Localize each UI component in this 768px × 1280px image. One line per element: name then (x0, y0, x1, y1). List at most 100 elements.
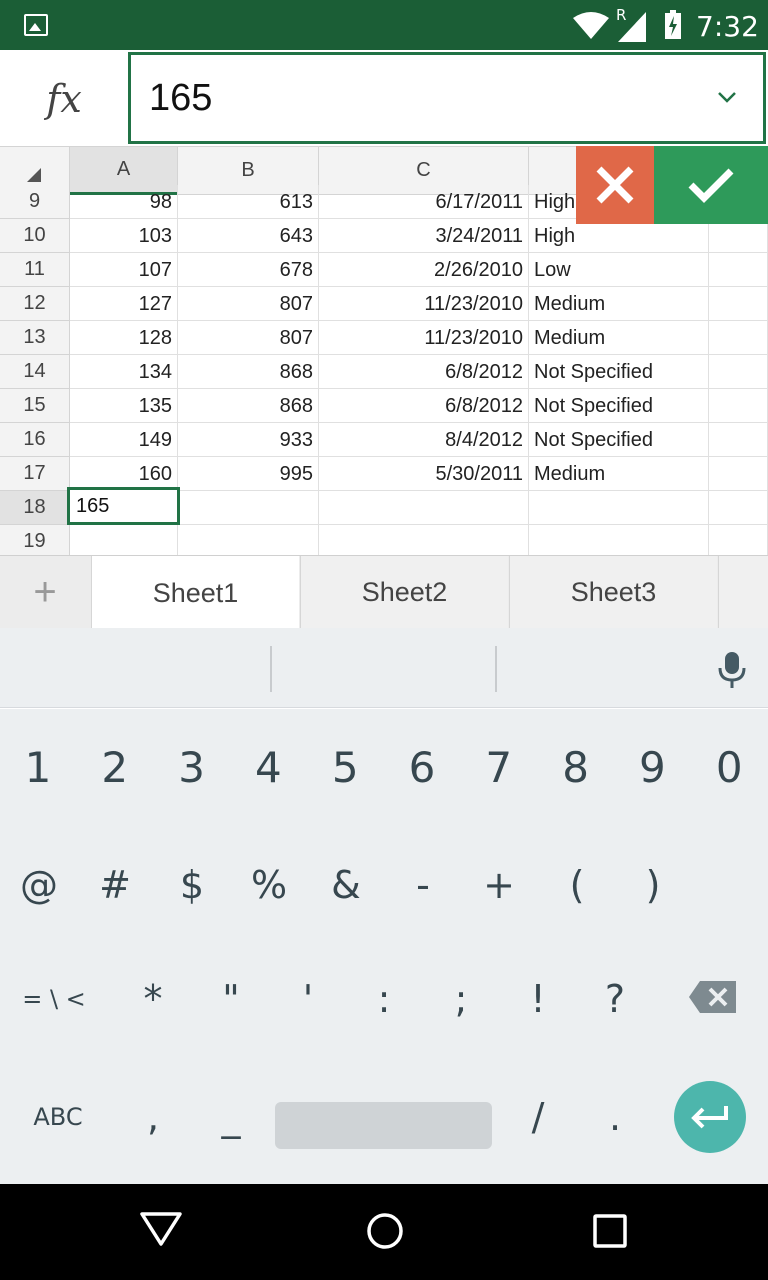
cell-c[interactable]: 6/8/2012 (319, 355, 529, 389)
key-symbol[interactable]: @ (1, 835, 77, 935)
key-symbol[interactable]: - (385, 835, 461, 935)
backspace-icon[interactable] (688, 979, 738, 1015)
row-header[interactable]: 14 (0, 355, 70, 389)
cell-c[interactable]: 11/23/2010 (319, 321, 529, 355)
key-symbol[interactable]: _ (193, 1067, 269, 1167)
cell-b[interactable] (178, 525, 319, 555)
cell-b[interactable]: 868 (178, 355, 319, 389)
cell-a[interactable]: 107 (70, 253, 178, 287)
recents-icon[interactable] (588, 1206, 634, 1252)
key-digit[interactable]: 1 (0, 717, 76, 817)
cell-e[interactable] (709, 423, 768, 457)
confirm-edit-button[interactable] (654, 146, 768, 224)
cell-d[interactable]: Medium (529, 321, 709, 355)
row-header[interactable]: 19 (0, 525, 70, 555)
row-header[interactable]: 11 (0, 253, 70, 287)
cell-a[interactable]: 98 (70, 185, 178, 219)
cell-d[interactable]: Not Specified (529, 355, 709, 389)
cell-b[interactable]: 995 (178, 457, 319, 491)
key-symbol[interactable]: : (346, 949, 422, 1049)
cell-c[interactable]: 5/30/2011 (319, 457, 529, 491)
tab-overflow[interactable] (718, 556, 768, 628)
cell-a[interactable]: 149 (70, 423, 178, 457)
cell-c[interactable]: 6/8/2012 (319, 389, 529, 423)
cell-a[interactable]: 127 (70, 287, 178, 321)
key-digit[interactable]: 7 (461, 717, 537, 817)
cell-c[interactable]: 3/24/2011 (319, 219, 529, 253)
cell-d[interactable] (529, 525, 709, 555)
cell-a[interactable] (70, 525, 178, 555)
cell-b[interactable] (178, 491, 319, 525)
cell-b[interactable]: 807 (178, 287, 319, 321)
cell-d[interactable]: High (529, 219, 709, 253)
key-digit[interactable]: 0 (691, 717, 767, 817)
key-digit[interactable]: 9 (614, 717, 690, 817)
enter-key[interactable] (674, 1081, 746, 1153)
cell-e[interactable] (709, 321, 768, 355)
key-digit[interactable]: 4 (230, 717, 306, 817)
cell-e[interactable] (709, 457, 768, 491)
row-header[interactable]: 16 (0, 423, 70, 457)
key-symbol[interactable]: ( (539, 835, 615, 935)
cell-e[interactable] (709, 525, 768, 555)
cell-a[interactable]: 134 (70, 355, 178, 389)
row-header[interactable]: 13 (0, 321, 70, 355)
more-symbols-key[interactable]: = \ < (16, 949, 92, 1049)
tab-sheet1[interactable]: Sheet1 (91, 556, 299, 630)
cell-a[interactable]: 135 (70, 389, 178, 423)
cell-e[interactable] (709, 219, 768, 253)
cancel-edit-button[interactable] (576, 146, 654, 224)
cell-d[interactable] (529, 491, 709, 525)
cell-c[interactable] (319, 525, 529, 555)
key-symbol[interactable]: # (77, 835, 153, 935)
key-symbol[interactable]: " (193, 949, 269, 1049)
cell-e[interactable] (709, 491, 768, 525)
row-header[interactable]: 17 (0, 457, 70, 491)
key-symbol[interactable]: + (461, 835, 537, 935)
insert-function-button[interactable]: fx (0, 50, 128, 147)
cell-d[interactable]: Low (529, 253, 709, 287)
cell-c[interactable]: 11/23/2010 (319, 287, 529, 321)
key-symbol[interactable]: , (115, 1067, 191, 1167)
home-icon[interactable] (362, 1206, 408, 1252)
cell-d[interactable]: Not Specified (529, 389, 709, 423)
key-symbol[interactable]: ) (615, 835, 691, 935)
cell-d[interactable]: Medium (529, 287, 709, 321)
key-digit[interactable]: 8 (538, 717, 614, 817)
cell-b[interactable]: 868 (178, 389, 319, 423)
cell-b[interactable]: 933 (178, 423, 319, 457)
key-digit[interactable]: 5 (307, 717, 383, 817)
tab-sheet3[interactable]: Sheet3 (509, 556, 717, 628)
key-symbol[interactable]: & (308, 835, 384, 935)
key-symbol[interactable]: * (115, 949, 191, 1049)
cell-b[interactable]: 613 (178, 185, 319, 219)
cell-a[interactable]: 103 (70, 219, 178, 253)
cell-b[interactable]: 807 (178, 321, 319, 355)
cell-c[interactable]: 2/26/2010 (319, 253, 529, 287)
key-symbol[interactable]: . (577, 1067, 653, 1167)
cell-d[interactable]: Medium (529, 457, 709, 491)
key-digit[interactable]: 2 (77, 717, 153, 817)
cell-e[interactable] (709, 355, 768, 389)
cell-a[interactable]: 128 (70, 321, 178, 355)
cell-c[interactable] (319, 491, 529, 525)
cell-d[interactable]: Not Specified (529, 423, 709, 457)
row-header[interactable]: 10 (0, 219, 70, 253)
add-sheet-button[interactable]: + (0, 556, 90, 628)
microphone-icon[interactable] (716, 650, 748, 690)
space-key[interactable] (275, 1102, 492, 1149)
row-header[interactable]: 15 (0, 389, 70, 423)
active-cell-a18[interactable]: 165 (67, 487, 180, 525)
key-symbol[interactable]: % (231, 835, 307, 935)
cell-e[interactable] (709, 287, 768, 321)
key-symbol[interactable]: / (500, 1067, 576, 1167)
cell-b[interactable]: 643 (178, 219, 319, 253)
cell-c[interactable]: 8/4/2012 (319, 423, 529, 457)
key-digit[interactable]: 6 (384, 717, 460, 817)
row-header[interactable]: 18 (0, 491, 70, 525)
cell-c[interactable]: 6/17/2011 (319, 185, 529, 219)
tab-sheet2[interactable]: Sheet2 (300, 556, 508, 628)
row-header[interactable]: 12 (0, 287, 70, 321)
cell-e[interactable] (709, 389, 768, 423)
abc-key[interactable]: ABC (20, 1067, 96, 1167)
